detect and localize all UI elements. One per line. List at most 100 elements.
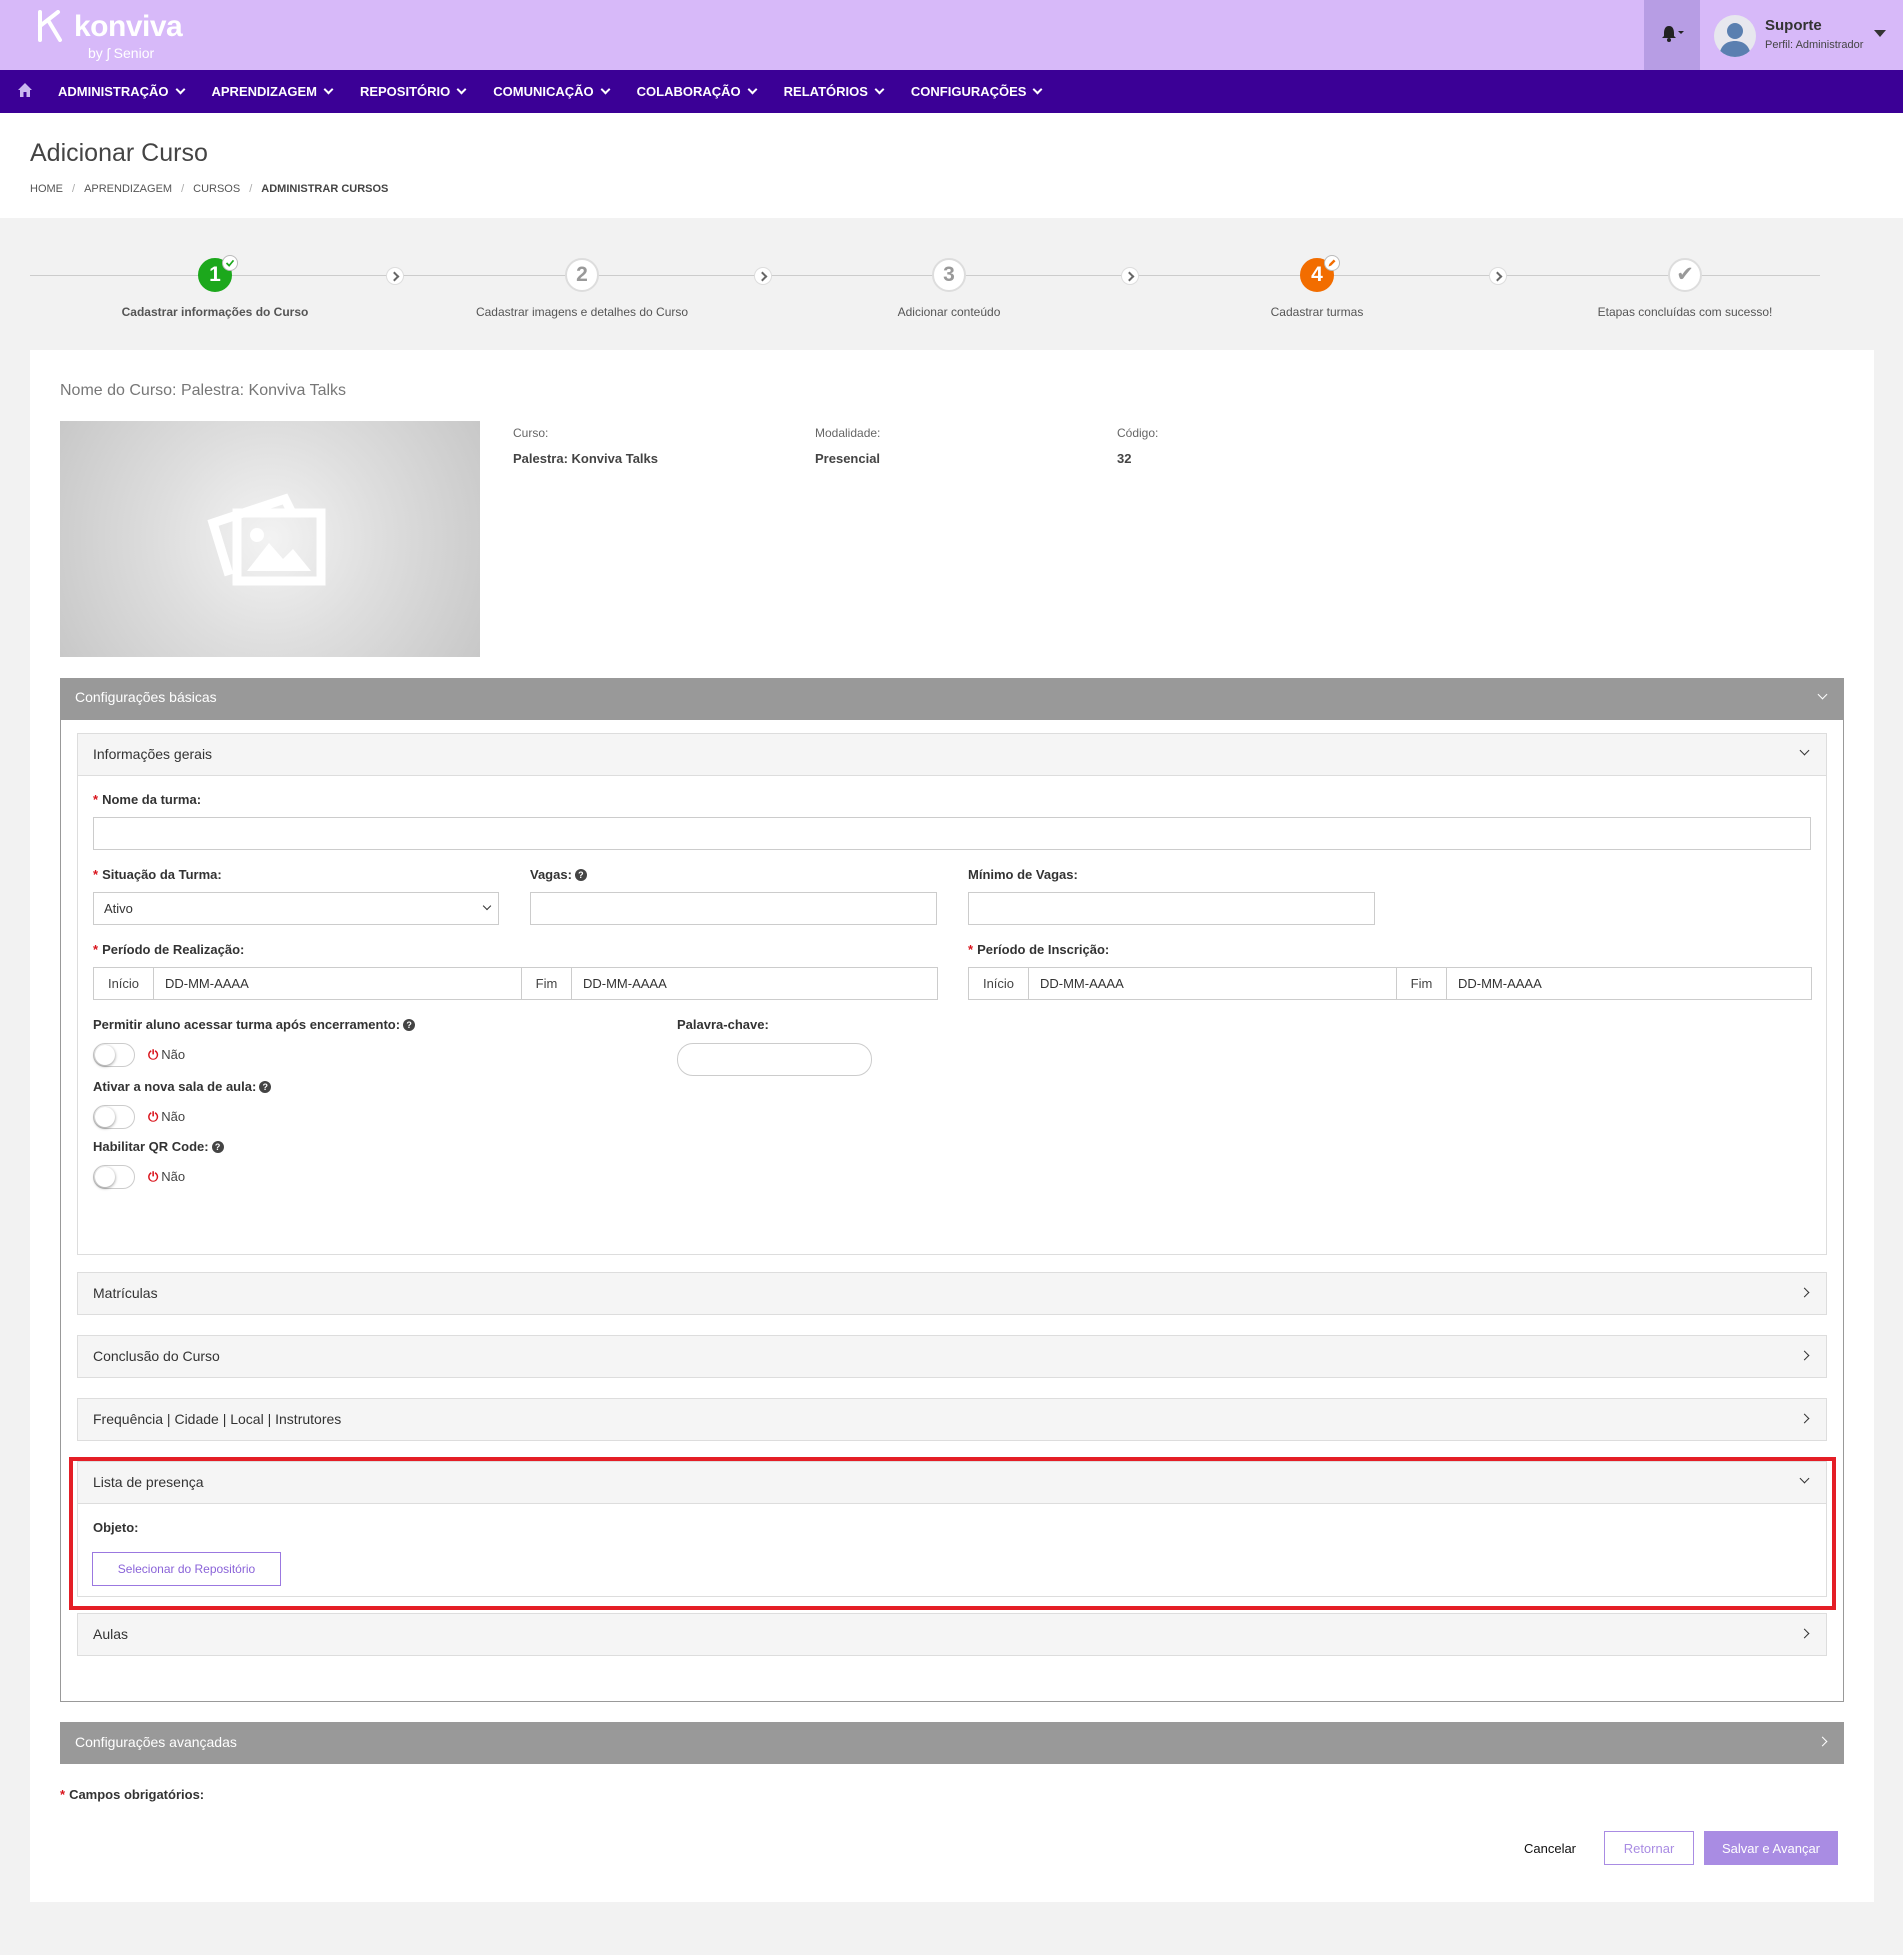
objeto-label: Objeto:: [93, 1520, 139, 1535]
permitir-acesso-toggle[interactable]: [93, 1043, 135, 1067]
lista-presenca-header[interactable]: Lista de presença: [78, 1462, 1826, 1504]
page-title-bar: Adicionar Curso HOME / APRENDIZAGEM / CURS…: [0, 113, 1903, 218]
cancel-button[interactable]: Cancelar: [1515, 1831, 1585, 1865]
save-and-advance-button[interactable]: Salvar e Avançar: [1704, 1831, 1838, 1865]
help-icon[interactable]: ?: [259, 1081, 272, 1093]
step-5[interactable]: ✔ Etapas concluídas com sucesso!: [1535, 258, 1835, 319]
breadcrumb-home[interactable]: HOME: [30, 183, 63, 195]
situacao-select[interactable]: Ativo: [93, 892, 499, 925]
notifications-button[interactable]: [1644, 0, 1700, 70]
inscricao-fim-input[interactable]: DD-MM-AAAA: [1447, 968, 1811, 999]
breadcrumb-aprendizagem[interactable]: APRENDIZAGEM: [84, 183, 172, 195]
periodo-inscricao-label: * Período de Inscrição:: [968, 942, 1110, 957]
minimo-vagas-label: Mínimo de Vagas:: [968, 867, 1078, 882]
check-icon: ✔: [1676, 263, 1694, 286]
chevron-right-icon: [1799, 1287, 1810, 1298]
situacao-label: * Situação da Turma:: [93, 867, 222, 882]
nav-configuracoes[interactable]: CONFIGURAÇÕES: [911, 70, 1043, 113]
chevron-down-icon: [323, 84, 334, 95]
help-icon[interactable]: ?: [574, 869, 587, 881]
nova-sala-status: ⏻ Não: [148, 1109, 186, 1124]
user-menu[interactable]: Suporte Perfil: Administrador: [1714, 12, 1894, 58]
required-fields-note: * Campos obrigatórios:: [60, 1787, 205, 1802]
nav-menu: ADMINISTRAÇÃO APRENDIZAGEM REPOSITÓRIO C…: [58, 70, 1069, 113]
select-from-repository-button[interactable]: Selecionar do Repositório: [92, 1552, 281, 1586]
step-1[interactable]: 1 Cadastrar informações do Curso: [65, 255, 365, 319]
step-2-circle: 2: [565, 258, 599, 292]
nav-relatorios[interactable]: RELATÓRIOS: [784, 70, 885, 113]
chevron-down-icon: [175, 84, 185, 95]
course-info-codigo: Código: 32: [1117, 426, 1159, 466]
step-arrow-icon: [754, 267, 772, 285]
vagas-input[interactable]: [530, 892, 937, 925]
basic-settings-header[interactable]: Configurações básicas: [60, 678, 1844, 720]
nome-turma-input[interactable]: [93, 817, 1811, 850]
nav-repositorio[interactable]: REPOSITÓRIO: [360, 70, 467, 113]
general-info-section: Informações gerais * Nome da turma: * Situ…: [77, 733, 1827, 1255]
qr-code-toggle[interactable]: [93, 1165, 135, 1189]
aulas-section: Aulas: [77, 1613, 1827, 1656]
step-4[interactable]: 4 Cadastrar turmas: [1167, 255, 1467, 319]
minimo-vagas-input[interactable]: [968, 892, 1375, 925]
return-button[interactable]: Retornar: [1604, 1831, 1694, 1865]
general-info-header[interactable]: Informações gerais: [78, 734, 1826, 776]
nova-sala-label: Ativar a nova sala de aula:?: [93, 1079, 272, 1094]
realizacao-inicio-input[interactable]: DD-MM-AAAA: [154, 968, 522, 999]
toggle-knob: [95, 1045, 115, 1065]
frequencia-section: Frequência | Cidade | Local | Instrutore…: [77, 1398, 1827, 1441]
check-icon: [222, 255, 238, 271]
chevron-down-icon: [874, 84, 885, 95]
top-header: konviva by ʃ Senior Suporte Perfil: Admi…: [0, 0, 1903, 70]
power-icon: ⏻: [148, 1109, 159, 1124]
user-name: Suporte: [1765, 17, 1822, 34]
chevron-right-icon: [1799, 1628, 1810, 1639]
step-3[interactable]: 3 Adicionar conteúdo: [799, 258, 1099, 319]
step-2[interactable]: 2 Cadastrar imagens e detalhes do Curso: [432, 258, 732, 319]
home-icon[interactable]: [17, 82, 33, 98]
main-nav: ADMINISTRAÇÃO APRENDIZAGEM REPOSITÓRIO C…: [0, 70, 1903, 113]
toggle-knob: [95, 1107, 115, 1127]
page-title: Adicionar Curso: [30, 139, 208, 167]
periodo-realizacao-group: Início DD-MM-AAAA Fim DD-MM-AAAA: [93, 967, 938, 1000]
chevron-down-icon: [1799, 745, 1810, 756]
nav-colaboracao[interactable]: COLABORAÇÃO: [637, 70, 758, 113]
realizacao-fim-addon: Fim: [522, 968, 572, 999]
step-4-circle: 4: [1300, 255, 1340, 292]
palavra-chave-input[interactable]: [677, 1043, 872, 1076]
permitir-acesso-status: ⏻ Não: [148, 1047, 186, 1062]
conclusao-header[interactable]: Conclusão do Curso: [78, 1336, 1826, 1378]
avatar-icon: [1714, 15, 1756, 57]
inscricao-fim-addon: Fim: [1397, 968, 1447, 999]
realizacao-inicio-addon: Início: [94, 968, 154, 999]
breadcrumb-cursos[interactable]: CURSOS: [193, 183, 240, 195]
nova-sala-toggle[interactable]: [93, 1105, 135, 1129]
inscricao-inicio-input[interactable]: DD-MM-AAAA: [1029, 968, 1397, 999]
permitir-acesso-label: Permitir aluno acessar turma após encerr…: [93, 1017, 416, 1032]
step-arrow-icon: [1121, 267, 1139, 285]
breadcrumb-separator: /: [181, 183, 185, 195]
konviva-logo-icon: [38, 10, 62, 42]
nav-administracao[interactable]: ADMINISTRAÇÃO: [58, 70, 185, 113]
aulas-header[interactable]: Aulas: [78, 1614, 1826, 1656]
main-card: Nome do Curso: Palestra: Konviva Talks C…: [30, 350, 1874, 1902]
realizacao-fim-input[interactable]: DD-MM-AAAA: [572, 968, 937, 999]
caret-down-icon: [1874, 30, 1886, 37]
frequencia-header[interactable]: Frequência | Cidade | Local | Instrutore…: [78, 1399, 1826, 1441]
step-3-label: Adicionar conteúdo: [897, 305, 1001, 319]
matriculas-header[interactable]: Matrículas: [78, 1273, 1826, 1315]
chevron-down-icon: [600, 84, 611, 95]
advanced-settings-header[interactable]: Configurações avançadas: [60, 1722, 1844, 1764]
help-icon[interactable]: ?: [403, 1019, 416, 1031]
chevron-down-icon: [1033, 84, 1043, 95]
qr-code-status: ⏻ Não: [148, 1169, 186, 1184]
vagas-label: Vagas:?: [530, 867, 587, 882]
nav-comunicacao[interactable]: COMUNICAÇÃO: [493, 70, 611, 113]
power-icon: ⏻: [148, 1169, 159, 1184]
step-2-label: Cadastrar imagens e detalhes do Curso: [475, 305, 689, 319]
user-role: Perfil: Administrador: [1765, 39, 1864, 51]
chevron-down-icon: [482, 901, 492, 911]
qr-code-label: Habilitar QR Code:?: [93, 1139, 224, 1154]
nav-aprendizagem[interactable]: APRENDIZAGEM: [212, 70, 334, 113]
help-icon[interactable]: ?: [211, 1141, 224, 1153]
course-image-placeholder: [60, 421, 480, 657]
